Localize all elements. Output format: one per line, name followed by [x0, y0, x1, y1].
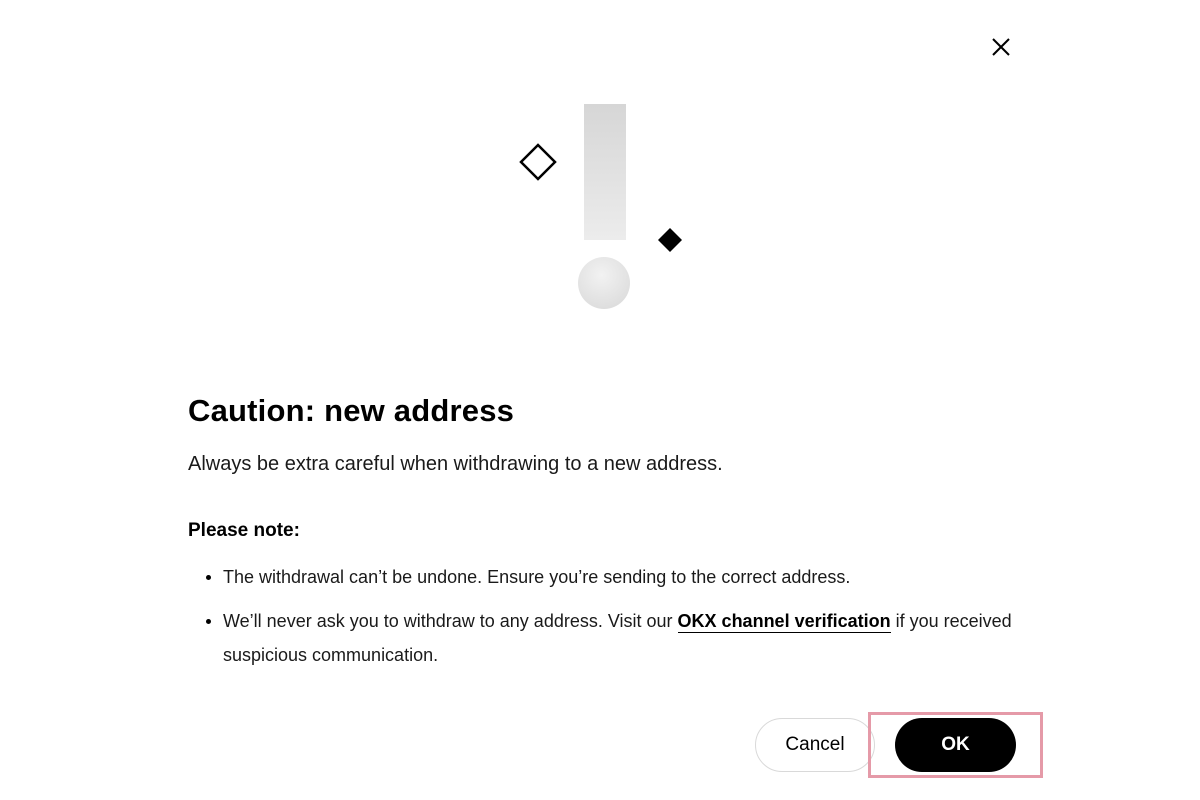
dialog-subtitle: Always be extra careful when withdrawing…: [188, 453, 723, 475]
note-item-text-start: We’ll never ask you to withdraw to any a…: [223, 611, 678, 631]
note-heading: Please note:: [188, 520, 300, 541]
cancel-button[interactable]: Cancel: [755, 718, 875, 772]
close-button[interactable]: [986, 32, 1016, 62]
ok-button[interactable]: OK: [895, 718, 1016, 772]
bullet-dot: [206, 575, 211, 580]
note-item-text: We’ll never ask you to withdraw to any a…: [223, 604, 1023, 672]
close-icon: [992, 38, 1010, 56]
note-item-text: The withdrawal can’t be undone. Ensure y…: [223, 567, 851, 587]
bullet-dot: [206, 619, 211, 624]
caution-dialog: Caution: new address Always be extra car…: [0, 0, 1200, 800]
exclamation-warning-icon: [519, 104, 682, 309]
dialog-title: Caution: new address: [188, 393, 515, 428]
okx-channel-verification-link[interactable]: OKX channel verification: [677, 611, 891, 633]
